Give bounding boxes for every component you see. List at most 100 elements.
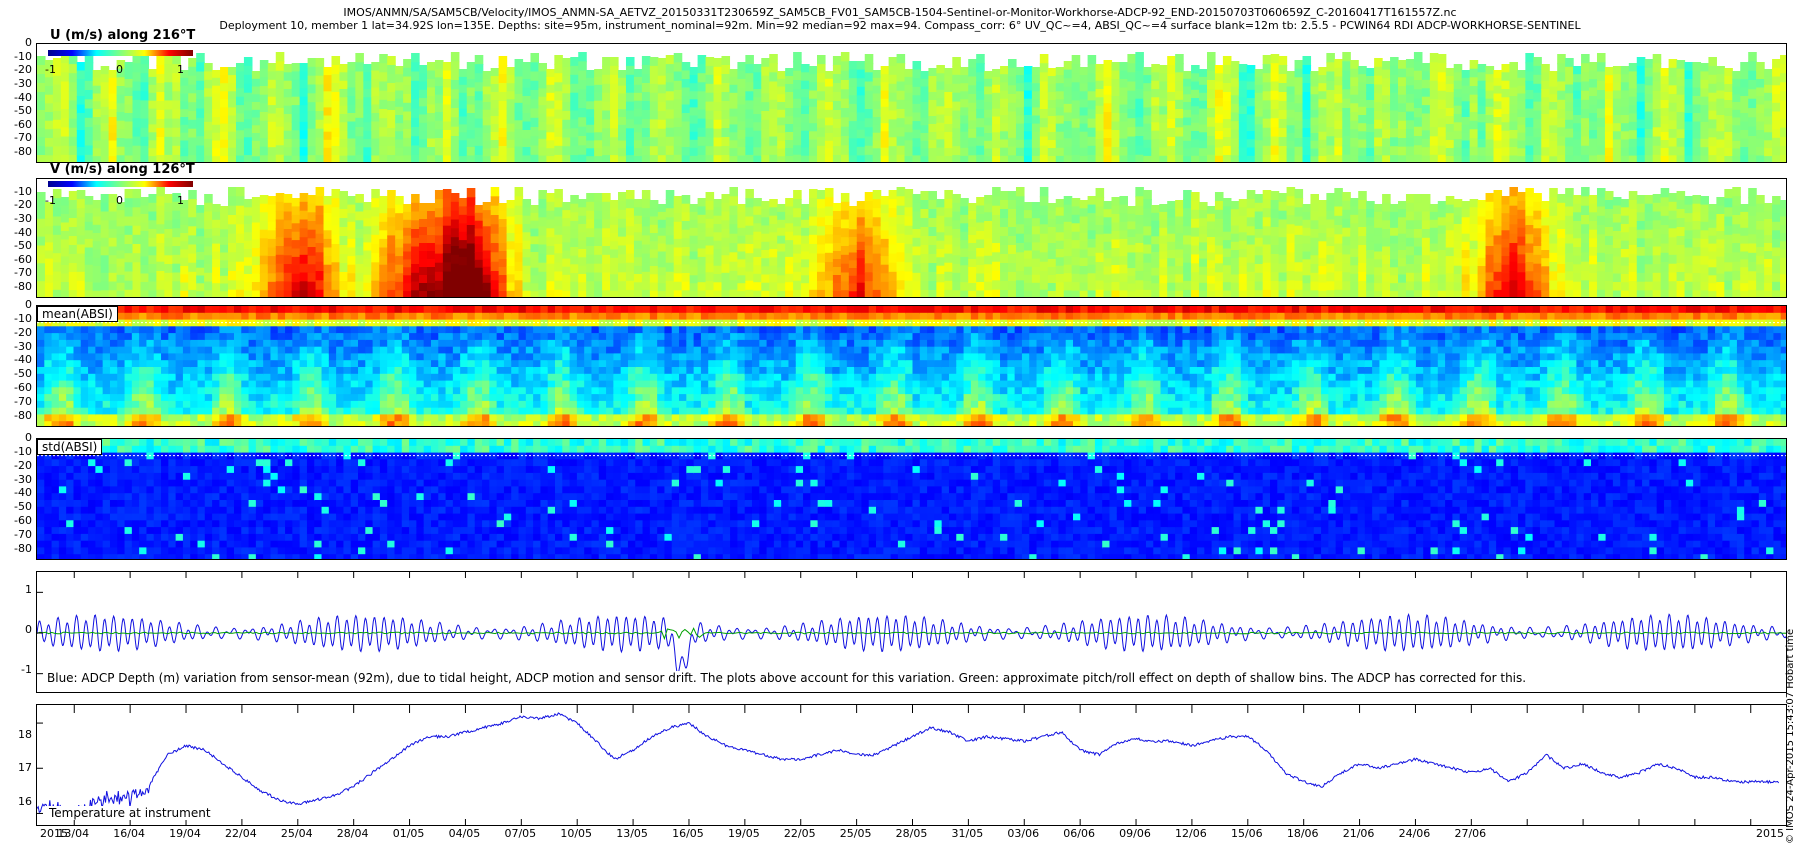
mean-absi-cells [37,306,1786,426]
x-date-tick: 13/04 [57,827,90,840]
depth-ytick-label: -40 [14,90,32,104]
v-colorbar-tick: 1 [177,194,184,207]
depth-ytick-label: -10 [14,184,32,198]
depth-ytick-label: -20 [14,198,32,212]
mean-absi-panel [36,305,1787,427]
u-cells [37,52,1786,162]
std-absi-label: std(ABSI) [37,439,103,455]
depth-ytick-label: -60 [14,117,32,131]
u-colorbar-tick: 1 [177,63,184,76]
depth-ytick-label: -20 [14,325,32,339]
depth-ytick-label: -40 [14,353,32,367]
depth-ytick-label: -10 [14,49,32,63]
depth-ytick-label: -30 [14,339,32,353]
v-velocity-heatmap [37,187,1786,297]
depth-variation-series [37,613,1786,675]
depth-ytick-label: -80 [14,541,32,555]
temp-ytick: 16 [18,795,32,808]
x-year-right: 2015 [1756,827,1784,840]
x-date-tick: 03/06 [1007,827,1040,840]
x-date-tick: 18/06 [1286,827,1319,840]
x-date-tick: 31/05 [951,827,984,840]
temperature-caption: Temperature at instrument [46,806,214,820]
x-date-tick: 27/06 [1454,827,1487,840]
depth-ytick-label: -30 [14,76,32,90]
x-date-tick: 28/05 [895,827,928,840]
u-velocity-panel [36,43,1787,163]
depth-ytick-label: -60 [14,514,32,528]
temperature-panel [36,704,1787,826]
v-cells [37,187,1786,297]
file-path-title: IMOS/ANMN/SA/SAM5CB/Velocity/IMOS_ANMN-S… [343,6,1457,19]
std-absi-heatmap [37,439,1786,559]
x-date-tick: 21/06 [1342,827,1375,840]
x-date-tick: 24/06 [1398,827,1431,840]
depth-ytick-label: -80 [14,145,32,159]
depth-ytick-label: -10 [14,444,32,458]
u-colorbar-tick: -1 [45,63,56,76]
x-date-tick: 09/06 [1119,827,1151,840]
mean-absi-heatmap [37,306,1786,426]
x-date-tick: 28/04 [336,827,369,840]
depth-ytick: 0 [25,623,32,636]
x-date-tick: 12/06 [1175,827,1207,840]
depth-ytick-label: -40 [14,486,32,500]
depth-ytick-label: -70 [14,395,32,409]
depth-ytick-label: 0 [25,431,32,444]
mean-absi-label: mean(ABSI) [37,306,118,322]
depth-ytick: -1 [21,663,32,676]
x-date-tick: 22/05 [783,827,816,840]
depth-ytick-label: -50 [14,104,32,118]
depth-ytick-label: -70 [14,131,32,145]
depth-ytick-label: -50 [14,367,32,381]
depth-ytick-label: -80 [14,280,32,294]
std-absi-panel [36,438,1787,560]
v-colorbar [48,181,193,187]
x-date-tick: 19/04 [169,827,201,840]
depth-ytick: 1 [25,583,32,596]
x-date-tick: 25/05 [839,827,872,840]
x-date-tick: 19/05 [727,827,760,840]
depth-ytick-label: -60 [14,252,32,266]
depth-ytick-label: -40 [14,225,32,239]
x-date-tick: 10/05 [560,827,593,840]
std-absi-cells [37,439,1786,559]
depth-ytick-label: -60 [14,381,32,395]
depth-caption: Blue: ADCP Depth (m) variation from sens… [44,671,1530,685]
u-velocity-heatmap [37,52,1786,162]
x-date-tick: 22/04 [225,827,257,840]
temp-ytick: 17 [18,761,32,774]
temperature-line-chart [37,705,1780,825]
v-colorbar-tick: 0 [116,194,123,207]
x-date-tick: 25/04 [280,827,313,840]
x-date-tick: 16/05 [672,827,704,840]
x-date-tick: 06/06 [1063,827,1095,840]
temperature-series [37,712,1780,819]
x-date-tick: 01/05 [392,827,425,840]
x-date-tick: 04/05 [448,827,481,840]
v-velocity-panel [36,178,1787,298]
u-colorbar-tick: 0 [116,63,123,76]
depth-ytick-label: -30 [14,472,32,486]
depth-ytick-label: -30 [14,211,32,225]
v-panel-title: V (m/s) along 126°T [50,162,195,177]
x-date-tick: 13/05 [616,827,648,840]
x-date-tick: 15/06 [1230,827,1263,840]
deployment-info-subtitle: Deployment 10, member 1 lat=34.92S lon=1… [219,19,1581,32]
u-panel-title: U (m/s) along 216°T [50,28,196,43]
v-colorbar-tick: -1 [45,194,56,207]
temp-ytick: 18 [18,728,32,741]
u-colorbar [48,50,193,56]
depth-ytick-label: -80 [14,408,32,422]
x-date-tick: 07/05 [504,827,537,840]
depth-ytick-label: 0 [25,36,32,49]
depth-ytick-label: -70 [14,266,32,280]
x-date-tick: 16/04 [113,827,145,840]
depth-ytick-label: -50 [14,239,32,253]
depth-ytick-label: 0 [25,298,32,311]
depth-ytick-label: -20 [14,458,32,472]
depth-ytick-label: -10 [14,311,32,325]
depth-ytick-label: -50 [14,500,32,514]
depth-ytick-label: -70 [14,528,32,542]
depth-ytick-label: -20 [14,63,32,77]
